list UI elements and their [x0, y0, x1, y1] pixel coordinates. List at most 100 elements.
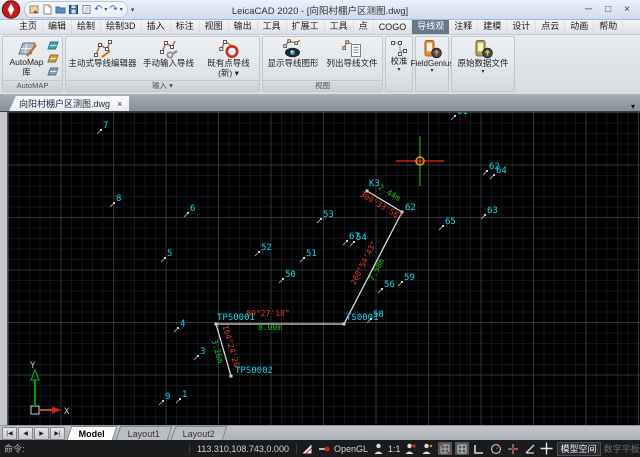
- grid-display-icon[interactable]: [455, 442, 469, 455]
- manual-input-traverse-button[interactable]: 手动输入导线: [138, 37, 200, 81]
- survey-point-50[interactable]: 50: [279, 270, 296, 283]
- group-label-view[interactable]: 视图: [263, 80, 382, 91]
- undo-caret-icon[interactable]: ▾: [104, 7, 107, 13]
- redo-icon[interactable]: ↷: [109, 5, 117, 15]
- osnap-icon[interactable]: [506, 442, 520, 455]
- open-icon[interactable]: [55, 4, 66, 15]
- active-traverse-editor-button[interactable]: 主动式导线编辑器: [68, 37, 138, 81]
- menu-tab-15[interactable]: 注释: [449, 18, 478, 34]
- menu-tab-8[interactable]: 输出: [229, 18, 258, 34]
- redo-caret-icon[interactable]: ▾: [120, 7, 123, 13]
- menu-tab-11[interactable]: 工具: [325, 18, 354, 34]
- tab-model[interactable]: Model: [67, 426, 118, 440]
- menu-tab-9[interactable]: 工具: [258, 18, 287, 34]
- command-line[interactable]: 命令:: [4, 442, 186, 455]
- tab-layout2[interactable]: Layout2: [171, 426, 228, 440]
- survey-point-51[interactable]: 51: [300, 249, 317, 262]
- ortho-icon[interactable]: [472, 442, 486, 455]
- fieldgenius-button[interactable]: FieldGenius ▾: [415, 37, 449, 91]
- layout-nav-next[interactable]: ▶: [34, 427, 49, 440]
- document-list-caret-icon[interactable]: ▾: [631, 102, 635, 111]
- traverse-vertex[interactable]: [230, 375, 233, 378]
- new-file-icon[interactable]: [42, 4, 53, 15]
- layout-nav-prev[interactable]: ◀: [18, 427, 33, 440]
- plot-preview-icon[interactable]: [81, 4, 92, 15]
- survey-point-63[interactable]: 63: [481, 206, 498, 219]
- drawing-canvas[interactable]: 2.44m300°33'56"200°54'43"7.58m89°27'18"8…: [8, 112, 640, 425]
- survey-point-9[interactable]: 9: [159, 392, 170, 405]
- menu-tab-17[interactable]: 设计: [507, 18, 536, 34]
- toggle-red-icon[interactable]: [317, 442, 331, 455]
- grid-snap-icon[interactable]: [438, 442, 452, 455]
- survey-point-65[interactable]: 65: [439, 217, 456, 230]
- menu-tab-1[interactable]: 主页: [14, 18, 43, 34]
- survey-point-61[interactable]: 61: [451, 112, 468, 120]
- digital-tablet-toggle[interactable]: 数字平板: [604, 442, 640, 455]
- menu-tab-13[interactable]: COGO: [374, 21, 413, 34]
- model-space-button[interactable]: 模型空间: [557, 442, 601, 456]
- menu-tab-16[interactable]: 建模: [478, 18, 507, 34]
- survey-point-5[interactable]: 5: [161, 249, 172, 262]
- layout-nav-last[interactable]: ▶|: [50, 427, 65, 440]
- list-traverse-file-button[interactable]: 列出导线文件: [323, 37, 382, 81]
- polar-tracking-icon[interactable]: [489, 442, 503, 455]
- survey-point-52[interactable]: 52: [255, 243, 272, 256]
- map-layer-icon[interactable]: [47, 66, 59, 77]
- document-tab[interactable]: 向阳村棚户区测图.dwg ×: [9, 96, 129, 111]
- menu-tab-3[interactable]: 绘制: [72, 18, 101, 34]
- map-layer-icon[interactable]: [47, 53, 59, 64]
- survey-point-7[interactable]: 7: [97, 121, 108, 134]
- document-close-icon[interactable]: ×: [117, 99, 122, 109]
- survey-point-3[interactable]: 3: [194, 347, 205, 360]
- menu-tab-20[interactable]: 帮助: [594, 18, 623, 34]
- opengl-toggle[interactable]: OpenGL: [334, 444, 368, 454]
- menu-tab-14[interactable]: 导线观: [412, 18, 449, 34]
- close-button[interactable]: ×: [624, 4, 630, 15]
- calibrate-button[interactable]: 校准 ▾: [386, 37, 412, 91]
- survey-point-53[interactable]: 53: [317, 210, 334, 223]
- qat-customize-icon[interactable]: ▾: [131, 6, 135, 14]
- menu-tab-4[interactable]: 绘制3D: [101, 18, 142, 34]
- distance-label[interactable]: 3.26m: [210, 338, 225, 364]
- minimize-button[interactable]: ─: [585, 4, 592, 15]
- tab-layout1[interactable]: Layout1: [116, 426, 173, 440]
- distance-label[interactable]: 8.00m: [258, 323, 282, 332]
- import-icon[interactable]: [29, 4, 40, 15]
- station-label-62[interactable]: 62: [405, 203, 416, 213]
- scale-indicator[interactable]: 1:1: [388, 444, 401, 454]
- survey-point-8[interactable]: 8: [110, 194, 121, 207]
- menu-tab-6[interactable]: 标注: [171, 18, 200, 34]
- group-label-input[interactable]: 输入 ▾: [66, 80, 259, 91]
- save-icon[interactable]: [68, 4, 79, 15]
- user-icon[interactable]: [371, 442, 385, 455]
- dynamic-ucs-icon[interactable]: [540, 442, 554, 455]
- user-locate-icon[interactable]: [404, 442, 418, 455]
- group-label-automap[interactable]: AutoMAP: [3, 80, 62, 91]
- menu-tab-19[interactable]: 动画: [565, 18, 594, 34]
- station-label-K3[interactable]: K3: [369, 179, 380, 189]
- survey-point-59[interactable]: 59: [398, 273, 415, 286]
- menu-tab-10[interactable]: 扩展工: [287, 18, 325, 34]
- user-track-icon[interactable]: [421, 442, 435, 455]
- station-label-TPS0001[interactable]: TPS0001: [217, 313, 255, 323]
- undo-icon[interactable]: ↶: [94, 5, 102, 15]
- map-layer-icon[interactable]: [47, 40, 59, 51]
- drafting-settings-icon[interactable]: [300, 442, 314, 455]
- survey-point-6[interactable]: 6: [184, 204, 195, 217]
- menu-tab-2[interactable]: 编辑: [43, 18, 72, 34]
- survey-point-4[interactable]: 4: [174, 319, 185, 332]
- menu-tab-18[interactable]: 点云: [536, 18, 565, 34]
- survey-point-1[interactable]: 1: [176, 390, 187, 403]
- station-label-TPS0002[interactable]: TPS0002: [235, 366, 273, 376]
- show-traverse-graphics-button[interactable]: 显示导线图形: [264, 37, 323, 81]
- layout-nav-first[interactable]: |◀: [2, 427, 17, 440]
- menu-tab-12[interactable]: 点: [354, 18, 374, 34]
- existing-point-traverse-button[interactable]: 既有点导线 (新) ▾: [200, 37, 258, 81]
- menu-tab-7[interactable]: 视图: [200, 18, 229, 34]
- maximize-button[interactable]: □: [605, 4, 611, 15]
- menu-tab-5[interactable]: 插入: [142, 18, 171, 34]
- distance-label[interactable]: 7.58m: [367, 257, 386, 283]
- survey-point-56[interactable]: 56: [378, 280, 395, 293]
- raw-data-file-button[interactable]: 原始数据文件 ▾: [452, 37, 514, 91]
- otrack-icon[interactable]: [523, 442, 537, 455]
